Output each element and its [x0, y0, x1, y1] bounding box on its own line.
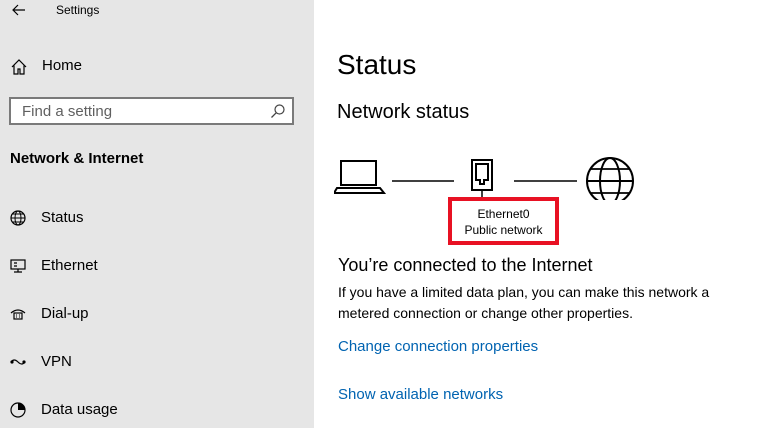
back-arrow-icon — [12, 4, 25, 16]
back-button[interactable] — [6, 0, 32, 20]
laptop-icon — [332, 160, 387, 194]
network-status-heading: Network status — [337, 101, 470, 123]
network-diagram-graphic — [332, 157, 634, 205]
data-usage-icon — [10, 402, 26, 418]
change-connection-properties-link[interactable]: Change connection properties — [338, 338, 538, 355]
home-label: Home — [42, 57, 83, 74]
sidebar-item-status[interactable]: Status — [0, 201, 314, 235]
internet-globe-icon — [586, 157, 634, 205]
sidebar-item-label: Ethernet — [41, 257, 98, 274]
ethernet-port-icon — [471, 159, 493, 198]
search-icon[interactable] — [270, 103, 286, 119]
sidebar-item-label: VPN — [41, 353, 72, 370]
home-nav-item[interactable]: Home — [0, 52, 314, 80]
network-type: Public network — [464, 223, 543, 237]
connection-description: If you have a limited data plan, you can… — [338, 284, 710, 321]
sidebar: Settings Home Network & Internet Status — [0, 0, 314, 428]
settings-window: Settings Home Network & Internet Status — [0, 0, 773, 428]
sidebar-item-vpn[interactable]: VPN — [0, 345, 314, 379]
sidebar-item-dial-up[interactable]: Dial-up — [0, 297, 314, 331]
search-box[interactable] — [9, 97, 294, 125]
home-icon — [11, 59, 27, 75]
title-bar: Settings — [0, 0, 314, 22]
sidebar-item-data-usage[interactable]: Data usage — [0, 393, 314, 427]
app-title: Settings — [56, 3, 100, 17]
show-available-networks-link[interactable]: Show available networks — [338, 386, 503, 403]
main-content: Status Network status Ethernet0 Public n… — [314, 0, 773, 428]
sidebar-item-ethernet[interactable]: Ethernet — [0, 249, 314, 283]
adapter-name: Ethernet0 — [477, 207, 530, 221]
sidebar-item-label: Dial-up — [41, 305, 89, 322]
adapter-highlight-box: Ethernet0 Public network — [448, 197, 559, 245]
section-heading: Network & Internet — [10, 150, 144, 167]
connection-status-heading: You’re connected to the Internet — [338, 255, 593, 275]
sidebar-item-label: Data usage — [41, 401, 118, 418]
vpn-icon — [10, 359, 26, 365]
page-title: Status — [337, 49, 417, 80]
ethernet-icon — [10, 259, 26, 273]
dialup-icon — [10, 309, 26, 320]
globe-status-icon — [10, 210, 26, 226]
search-input[interactable] — [11, 99, 272, 123]
network-diagram: Ethernet0 Public network — [332, 150, 664, 250]
sidebar-item-label: Status — [41, 209, 84, 226]
